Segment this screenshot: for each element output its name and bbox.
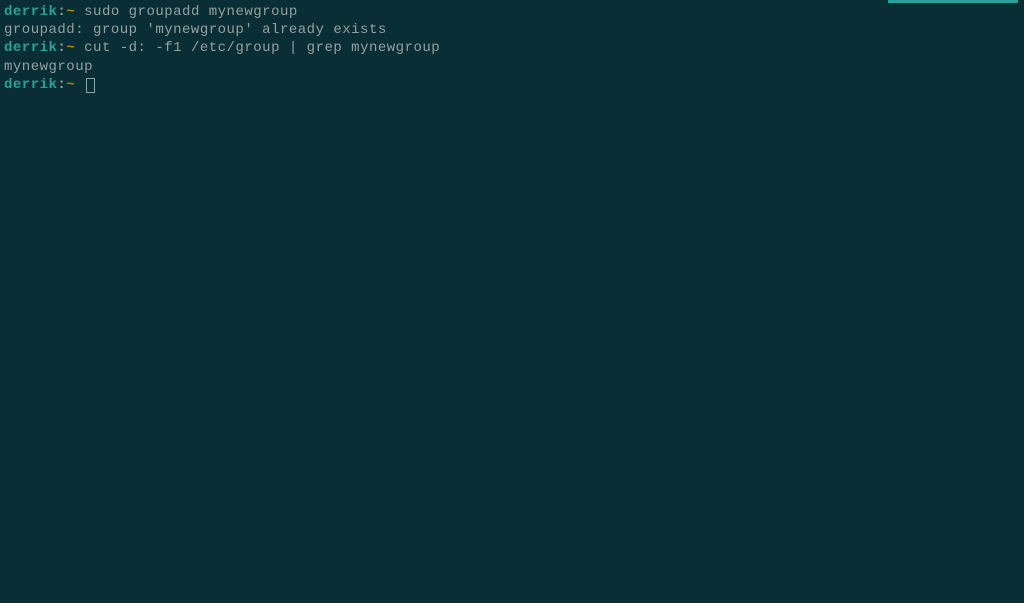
terminal-line-4: mynewgroup: [4, 58, 1020, 76]
terminal-line-3: derrik:~ cut -d: -f1 /etc/group | grep m…: [4, 39, 1020, 57]
command-text: sudo groupadd mynewgroup: [75, 4, 298, 20]
prompt-path: ~: [66, 77, 75, 93]
prompt-sep: :: [57, 40, 66, 56]
prompt-user: derrik: [4, 4, 57, 20]
output-text: mynewgroup: [4, 59, 93, 75]
terminal-line-1: derrik:~ sudo groupadd mynewgroup: [4, 3, 1020, 21]
output-text: groupadd: group 'mynewgroup' already exi…: [4, 22, 387, 38]
command-input[interactable]: [75, 77, 84, 93]
command-text: cut -d: -f1 /etc/group | grep mynewgroup: [75, 40, 440, 56]
top-accent-bar: [888, 0, 1018, 3]
prompt-user: derrik: [4, 77, 57, 93]
prompt-path: ~: [66, 4, 75, 20]
prompt-sep: :: [57, 77, 66, 93]
terminal-line-2: groupadd: group 'mynewgroup' already exi…: [4, 21, 1020, 39]
terminal-line-5[interactable]: derrik:~: [4, 76, 1020, 94]
prompt-sep: :: [57, 4, 66, 20]
prompt-path: ~: [66, 40, 75, 56]
cursor-icon: [86, 78, 95, 93]
prompt-user: derrik: [4, 40, 57, 56]
